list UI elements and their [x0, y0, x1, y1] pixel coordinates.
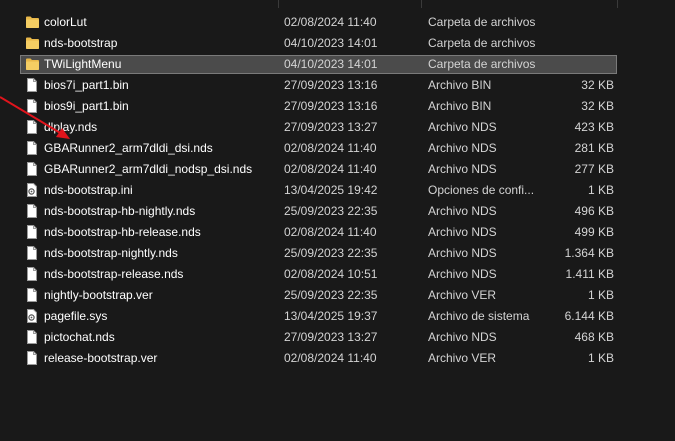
file-size: 1.364 KB: [564, 246, 614, 260]
file-name: nds-bootstrap-nightly.nds: [44, 246, 178, 260]
file-date: 02/08/2024 11:40: [284, 15, 377, 29]
column-separator[interactable]: [617, 0, 618, 8]
file-row[interactable]: pictochat.nds 27/09/2023 13:27 Archivo NDS…: [0, 327, 675, 348]
file-name: nds-bootstrap.ini: [44, 183, 133, 197]
file-icon: [25, 222, 39, 243]
file-name: colorLut: [44, 15, 87, 29]
settings-file-icon: [25, 306, 39, 327]
file-size: 1 KB: [587, 288, 614, 302]
folder-row[interactable]: colorLut 02/08/2024 11:40 Carpeta de archi…: [0, 12, 675, 33]
file-date: 02/08/2024 11:40: [284, 225, 377, 239]
file-row[interactable]: nds-bootstrap.ini 13/04/2025 19:42 Opcione…: [0, 180, 675, 201]
settings-file-icon: [25, 180, 39, 201]
column-separator[interactable]: [421, 0, 422, 8]
file-date: 27/09/2023 13:16: [284, 99, 378, 113]
file-date: 27/09/2023 13:27: [284, 120, 378, 134]
file-date: 25/09/2023 22:35: [284, 288, 378, 302]
file-icon: [25, 96, 39, 117]
file-row[interactable]: pagefile.sys 13/04/2025 19:37 Archivo de s…: [0, 306, 675, 327]
file-icon: [25, 327, 39, 348]
file-size: 499 KB: [574, 225, 614, 239]
file-icon: [25, 285, 39, 306]
file-size: 281 KB: [574, 141, 614, 155]
file-size: 277 KB: [574, 162, 614, 176]
file-size: 32 KB: [581, 78, 614, 92]
file-icon: [25, 75, 39, 96]
file-date: 02/08/2024 11:40: [284, 162, 377, 176]
file-row[interactable]: GBARunner2_arm7dldi_nodsp_dsi.nds 02/08/2…: [0, 159, 675, 180]
file-name: bios7i_part1.bin: [44, 78, 129, 92]
file-size: 1.411 KB: [565, 267, 614, 281]
file-row[interactable]: release-bootstrap.ver 02/08/2024 11:40 Arc…: [0, 348, 675, 369]
file-type: Carpeta de archivos: [428, 57, 536, 71]
column-separator[interactable]: [278, 0, 279, 8]
file-row[interactable]: dlplay.nds 27/09/2023 13:27 Archivo NDS 423…: [0, 117, 675, 138]
file-size: 423 KB: [574, 120, 614, 134]
file-date: 25/09/2023 22:35: [284, 204, 378, 218]
file-type: Carpeta de archivos: [428, 36, 536, 50]
file-icon: [25, 201, 39, 222]
file-list: colorLut 02/08/2024 11:40 Carpeta de archi…: [0, 12, 675, 369]
file-name: pagefile.sys: [44, 309, 108, 323]
file-row[interactable]: bios7i_part1.bin 27/09/2023 13:16 Archivo …: [0, 75, 675, 96]
file-icon: [25, 159, 39, 180]
file-date: 13/04/2025 19:42: [284, 183, 378, 197]
file-list-pane: colorLut 02/08/2024 11:40 Carpeta de archi…: [0, 0, 675, 441]
file-row[interactable]: nds-bootstrap-hb-release.nds 02/08/2024 1…: [0, 222, 675, 243]
folder-icon: [25, 33, 39, 54]
file-size: 496 KB: [574, 204, 614, 218]
file-name: TWiLightMenu: [44, 57, 122, 71]
folder-row[interactable]: TWiLightMenu 04/10/2023 14:01 Carpeta de a…: [0, 54, 675, 75]
file-row[interactable]: nds-bootstrap-nightly.nds 25/09/2023 22:3…: [0, 243, 675, 264]
file-date: 27/09/2023 13:16: [284, 78, 378, 92]
file-size: 468 KB: [574, 330, 614, 344]
file-size: 1 KB: [587, 183, 614, 197]
file-date: 13/04/2025 19:37: [284, 309, 378, 323]
file-icon: [25, 348, 39, 369]
file-size: 1 KB: [587, 351, 614, 365]
file-icon: [25, 117, 39, 138]
file-name: GBARunner2_arm7dldi_nodsp_dsi.nds: [44, 162, 253, 176]
file-icon: [25, 243, 39, 264]
file-date: 25/09/2023 22:35: [284, 246, 378, 260]
file-size: 6.144 KB: [564, 309, 614, 323]
folder-icon: [25, 54, 39, 75]
file-date: 02/08/2024 11:40: [284, 351, 377, 365]
file-icon: [25, 264, 39, 285]
file-name: nds-bootstrap-hb-release.nds: [44, 225, 201, 239]
file-name: dlplay.nds: [44, 120, 98, 134]
file-size: 32 KB: [581, 99, 614, 113]
file-row[interactable]: GBARunner2_arm7dldi_dsi.nds 02/08/2024 11…: [0, 138, 675, 159]
folder-row[interactable]: nds-bootstrap 04/10/2023 14:01 Carpeta de …: [0, 33, 675, 54]
file-row[interactable]: nightly-bootstrap.ver 25/09/2023 22:35 Arc…: [0, 285, 675, 306]
file-date: 02/08/2024 11:40: [284, 141, 377, 155]
file-date: 04/10/2023 14:01: [284, 57, 378, 71]
file-name: nds-bootstrap: [44, 36, 118, 50]
file-row[interactable]: bios9i_part1.bin 27/09/2023 13:16 Archivo …: [0, 96, 675, 117]
folder-icon: [25, 12, 39, 33]
file-name: pictochat.nds: [44, 330, 115, 344]
file-name: release-bootstrap.ver: [44, 351, 158, 365]
file-name: GBARunner2_arm7dldi_dsi.nds: [44, 141, 213, 155]
file-name: nightly-bootstrap.ver: [44, 288, 153, 302]
file-type: Carpeta de archivos: [428, 15, 536, 29]
file-name: nds-bootstrap-release.nds: [44, 267, 184, 281]
file-row[interactable]: nds-bootstrap-release.nds 02/08/2024 10:5…: [0, 264, 675, 285]
file-name: bios9i_part1.bin: [44, 99, 129, 113]
file-row[interactable]: nds-bootstrap-hb-nightly.nds 25/09/2023 2…: [0, 201, 675, 222]
file-date: 27/09/2023 13:27: [284, 330, 378, 344]
file-date: 04/10/2023 14:01: [284, 36, 378, 50]
file-name: nds-bootstrap-hb-nightly.nds: [44, 204, 196, 218]
file-date: 02/08/2024 10:51: [284, 267, 378, 281]
file-icon: [25, 138, 39, 159]
